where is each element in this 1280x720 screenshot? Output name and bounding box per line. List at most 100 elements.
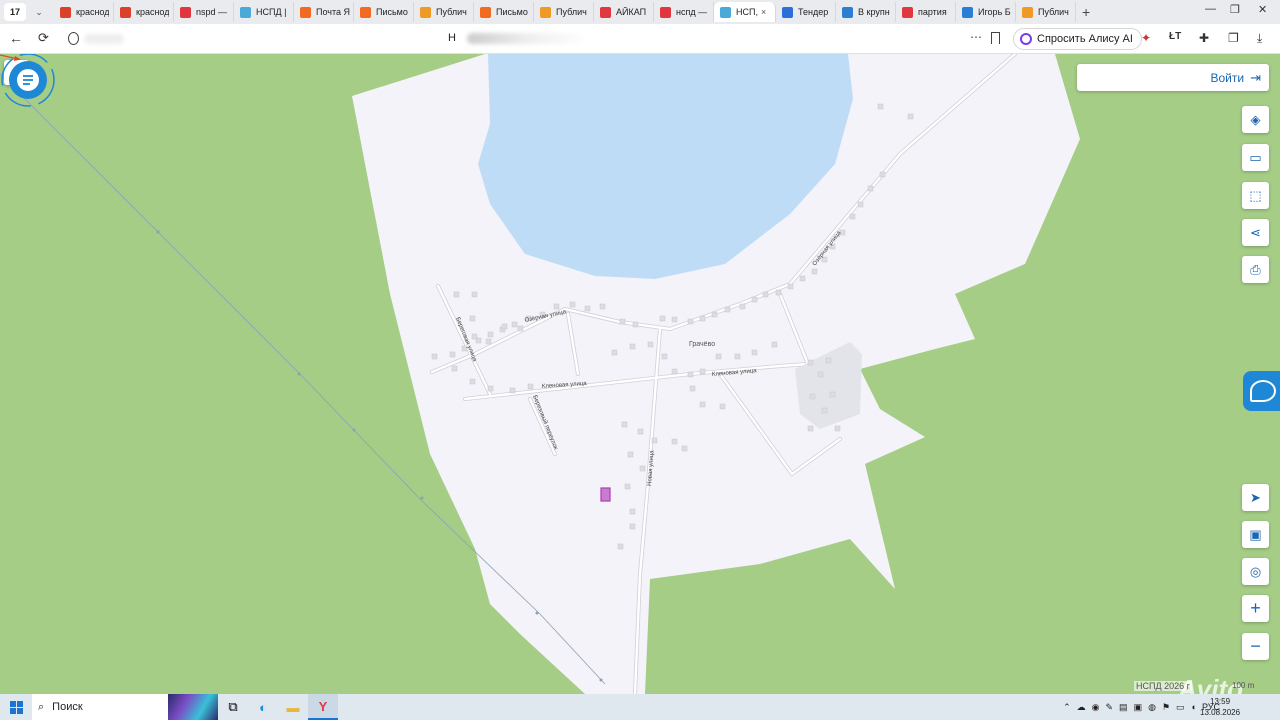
- share-icon: ⋖: [1250, 224, 1261, 240]
- restore-button[interactable]: ❐: [1230, 3, 1240, 16]
- reload-button[interactable]: ⟳: [38, 30, 49, 46]
- tab-favicon-icon: [660, 6, 671, 18]
- tray-app-icon[interactable]: ▤: [1119, 702, 1128, 713]
- browser-tab[interactable]: nspd —: [174, 2, 234, 22]
- print-button[interactable]: ⎙: [1242, 256, 1269, 283]
- volume-icon[interactable]: ◖: [1191, 702, 1196, 712]
- taskbar-search[interactable]: ⌕ Поиск: [32, 694, 172, 720]
- ask-alice-button[interactable]: Спросить Алису AI: [1013, 28, 1142, 50]
- url-path-blurred: [467, 33, 587, 44]
- minimize-button[interactable]: —: [1205, 3, 1216, 15]
- tray-app-icon[interactable]: ☁: [1077, 702, 1086, 713]
- extension-icon[interactable]: ✦: [1141, 31, 1151, 45]
- back-button[interactable]: ←: [9, 30, 23, 46]
- building: [671, 368, 678, 375]
- translate-icon[interactable]: ŁT: [1169, 31, 1181, 42]
- browser-tab[interactable]: краснод: [114, 2, 174, 22]
- chat-button[interactable]: [0, 54, 56, 110]
- report-button[interactable]: [1243, 371, 1280, 411]
- bookmark-icon[interactable]: [991, 32, 1000, 44]
- search-highlight-image[interactable]: [168, 694, 218, 720]
- system-tray: ⌃ ☁ ◉ ✎ ▤ ▣ ◍ ⚑ ▭ ◖ РУС: [1063, 694, 1220, 720]
- download-icon[interactable]: ⤓: [1257, 31, 1262, 46]
- map-viewport[interactable]: Озёрная улица Озёрная улица Береговая ул…: [0, 54, 1280, 694]
- tab-label: краснод: [136, 7, 170, 17]
- edge-button[interactable]: ◐: [248, 694, 278, 720]
- locate-button[interactable]: ➤: [1242, 484, 1269, 511]
- tab-label: Письмо: [376, 7, 408, 17]
- browser-tab[interactable]: партия: [896, 2, 956, 22]
- browser-tab[interactable]: В крупн: [836, 2, 896, 22]
- building: [807, 425, 814, 432]
- taskbar-clock[interactable]: 13:59 13.08.2026: [1200, 696, 1240, 718]
- tray-app-icon[interactable]: ▣: [1134, 702, 1143, 713]
- chevron-down-icon[interactable]: ⌄: [30, 7, 48, 18]
- geotag-button[interactable]: ◎: [1242, 558, 1269, 585]
- url-field[interactable]: Н ⋯: [62, 27, 1008, 51]
- file-explorer-button[interactable]: ▬: [278, 694, 308, 720]
- building: [762, 291, 769, 298]
- browser-tab[interactable]: Письмо: [354, 2, 414, 22]
- select-area-button[interactable]: ⬚: [1242, 182, 1269, 209]
- building: [699, 401, 706, 408]
- more-icon[interactable]: ⋯: [970, 30, 982, 44]
- network-icon[interactable]: ▭: [1176, 702, 1185, 713]
- tab-label: Публич: [556, 7, 587, 17]
- browser-tab[interactable]: НСП, ×: [714, 2, 776, 22]
- building: [431, 353, 438, 360]
- tab-label: Письмо: [496, 7, 528, 17]
- building: [867, 185, 874, 192]
- tab-favicon-icon: [240, 6, 251, 18]
- tab-favicon-icon: [600, 6, 611, 18]
- selected-parcel[interactable]: [600, 487, 611, 502]
- tray-app-icon[interactable]: ◉: [1092, 702, 1100, 713]
- search-icon: ⌕: [38, 700, 45, 713]
- tab-favicon-icon: [120, 6, 131, 18]
- alice-icon: [1020, 33, 1032, 45]
- share-button[interactable]: ⋖: [1242, 219, 1269, 246]
- tab-count-badge[interactable]: 17: [4, 3, 26, 21]
- tray-app-icon[interactable]: ⚑: [1162, 702, 1170, 713]
- browser-tab[interactable]: НСПД |: [234, 2, 294, 22]
- building: [857, 201, 864, 208]
- tray-arrow-icon[interactable]: ⌃: [1063, 702, 1071, 713]
- shield-icon[interactable]: [68, 32, 79, 45]
- yandex-browser-button[interactable]: Y: [308, 694, 338, 720]
- building: [624, 483, 631, 490]
- building: [829, 391, 836, 398]
- ruler-button[interactable]: ▭: [1242, 144, 1269, 171]
- collections-icon[interactable]: ❐: [1228, 31, 1239, 45]
- zoom-out-button[interactable]: −: [1242, 633, 1269, 660]
- tab-favicon-icon: [782, 6, 793, 18]
- browser-tab[interactable]: Публич: [534, 2, 594, 22]
- browser-tab[interactable]: Игорь Б: [956, 2, 1016, 22]
- extensions-puzzle-icon[interactable]: ✚: [1199, 31, 1209, 45]
- browser-tab[interactable]: Почта Я: [294, 2, 354, 22]
- minimap-button[interactable]: ▣: [1242, 521, 1269, 548]
- browser-tab[interactable]: АЙКАП: [594, 2, 654, 22]
- close-tab-icon[interactable]: ×: [761, 7, 766, 17]
- tray-app-icon[interactable]: ✎: [1106, 702, 1114, 713]
- tab-label: Почта Я: [316, 7, 350, 17]
- zoom-in-button[interactable]: +: [1242, 595, 1269, 622]
- building: [599, 303, 606, 310]
- task-view-button[interactable]: ⧉: [218, 694, 248, 720]
- building: [809, 393, 816, 400]
- browser-tab[interactable]: Тендер: [776, 2, 836, 22]
- start-button[interactable]: [0, 700, 32, 714]
- browser-tab[interactable]: краснод: [54, 2, 114, 22]
- map-canvas[interactable]: Озёрная улица Озёрная улица Береговая ул…: [0, 54, 1280, 694]
- browser-tab[interactable]: Публич: [1016, 2, 1076, 22]
- layers-button[interactable]: ◈: [1242, 106, 1269, 133]
- new-tab-button[interactable]: +: [1082, 4, 1090, 20]
- close-window-button[interactable]: ✕: [1258, 3, 1267, 16]
- browser-tab[interactable]: Публич: [414, 2, 474, 22]
- tab-label: краснод: [76, 7, 110, 17]
- tray-app-icon[interactable]: ◍: [1148, 702, 1156, 713]
- building: [639, 465, 646, 472]
- browser-tab[interactable]: Письмо: [474, 2, 534, 22]
- task-view-icon: ⧉: [228, 699, 238, 714]
- tab-favicon-icon: [842, 6, 853, 18]
- browser-tab[interactable]: нспд —: [654, 2, 714, 22]
- login-button[interactable]: Войти ⇥: [1077, 64, 1269, 91]
